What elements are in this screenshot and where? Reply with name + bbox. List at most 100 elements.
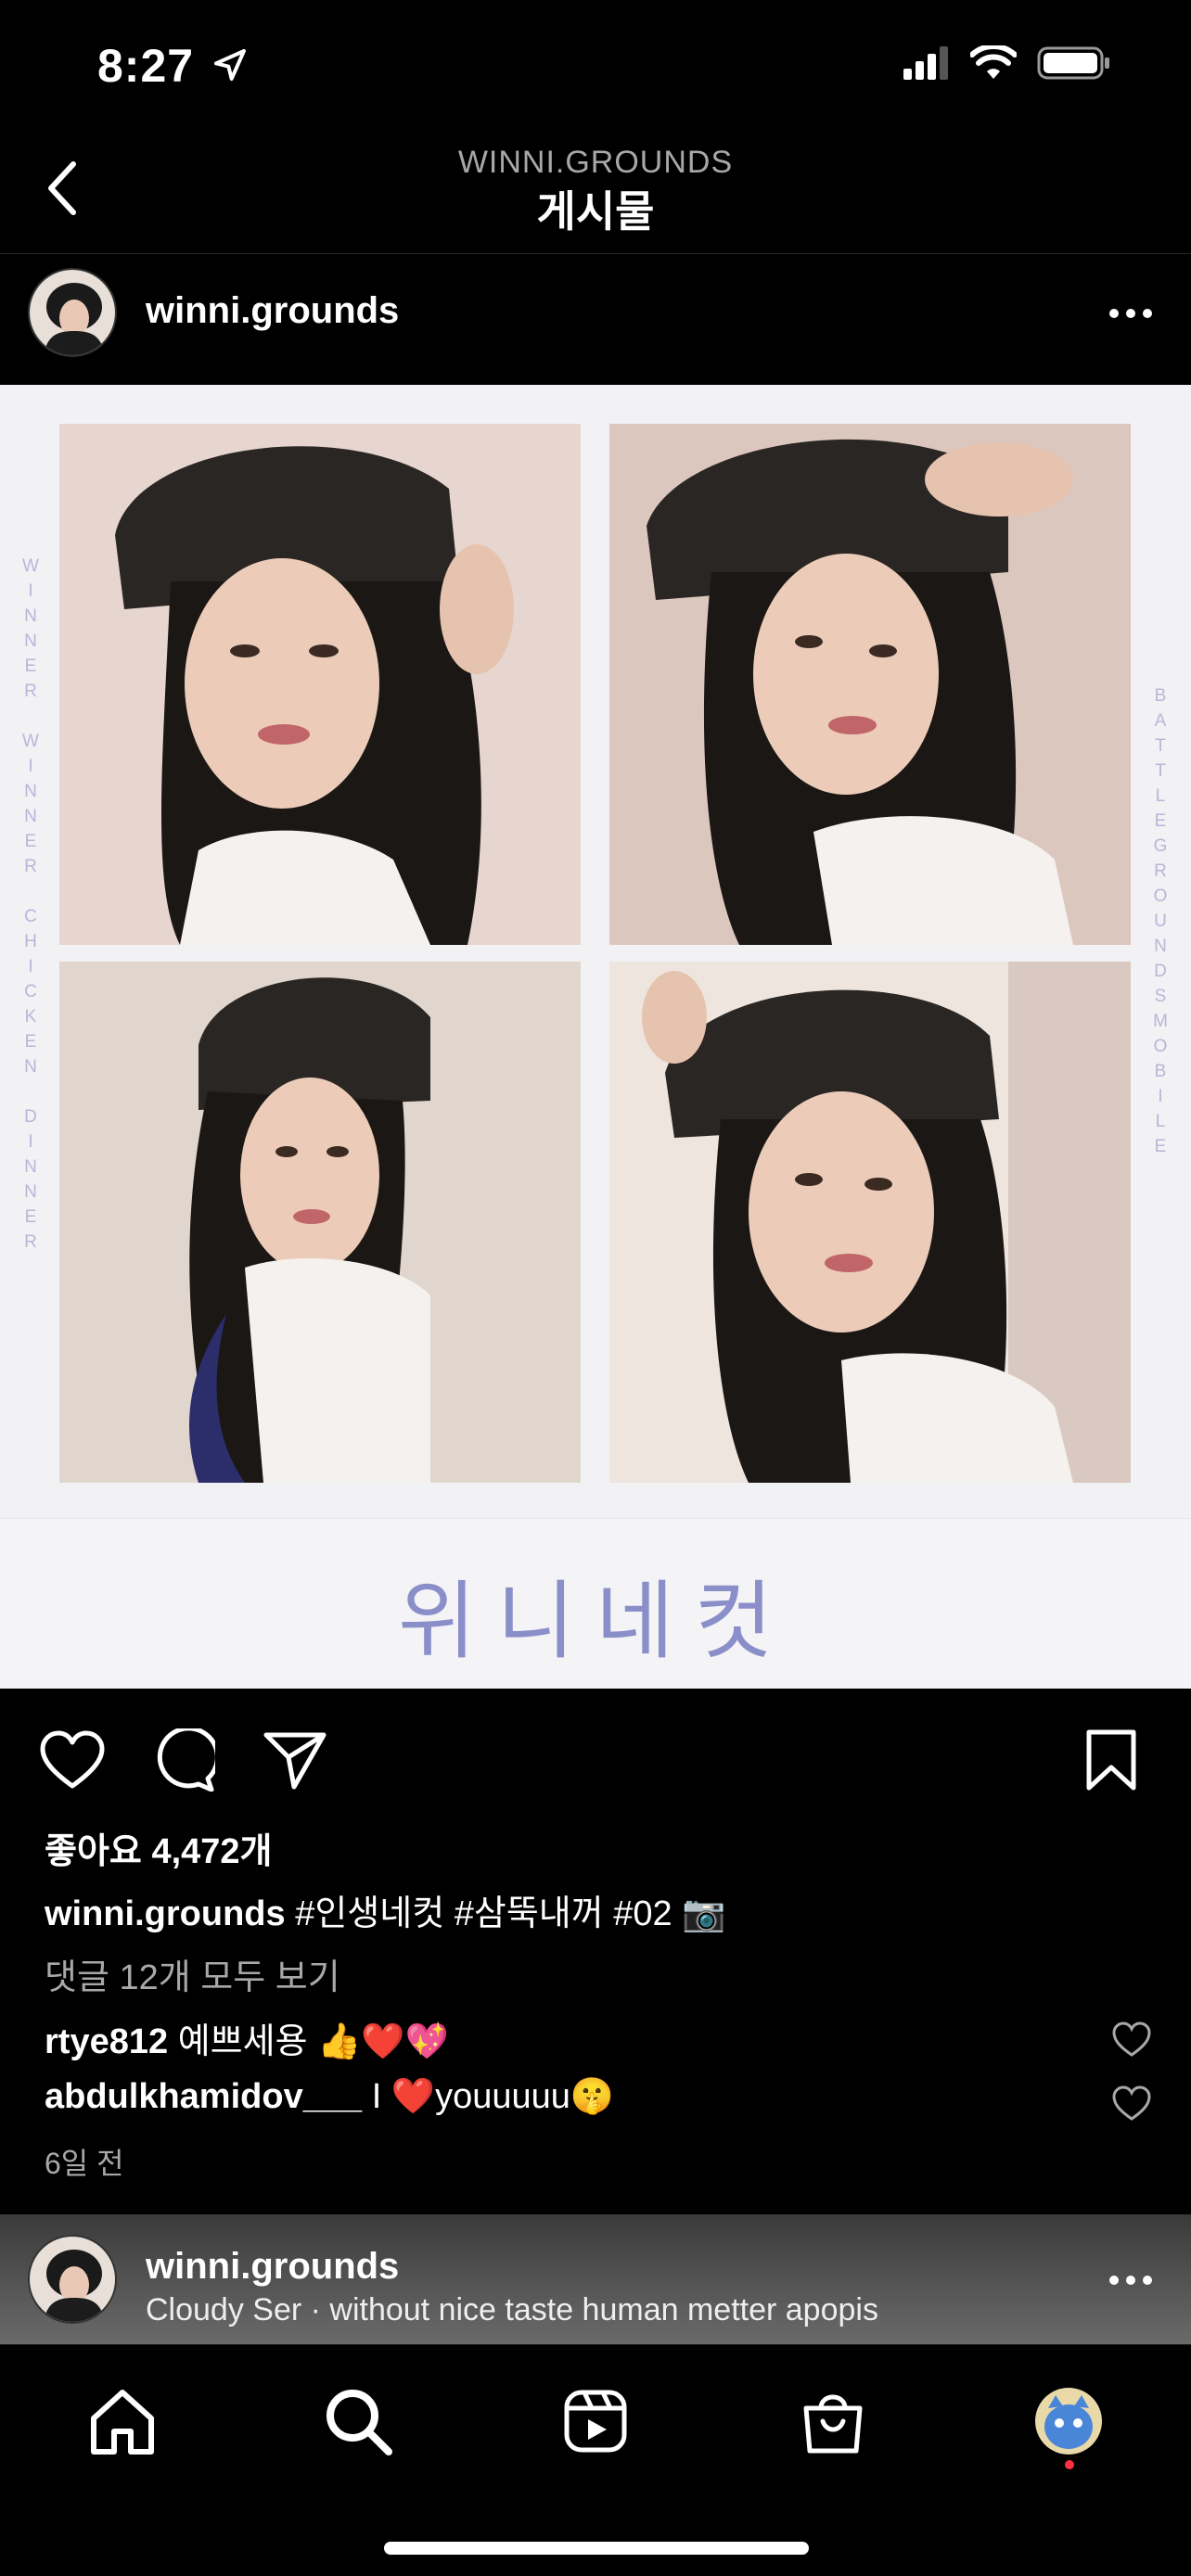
- shop-icon: [803, 2394, 863, 2454]
- vertical-letter: E: [1154, 1137, 1167, 1156]
- vertical-letter: I: [28, 581, 33, 601]
- vertical-letter: N: [24, 606, 37, 626]
- battery-icon: [1037, 46, 1109, 80]
- vertical-letter: M: [1153, 1012, 1168, 1031]
- vertical-letter: R: [24, 857, 37, 876]
- vertical-letter: I: [28, 957, 33, 976]
- signal-icon: [903, 46, 948, 80]
- vertical-letter: N: [24, 807, 37, 826]
- vertical-letter: R: [24, 682, 37, 701]
- comment-text: 예쁘세용 👍❤️💖: [177, 2022, 450, 2061]
- like-button[interactable]: [35, 1723, 109, 1797]
- vertical-letter: L: [1155, 786, 1166, 806]
- comment-like-heart-icon[interactable]: [1111, 2021, 1152, 2059]
- avatar[interactable]: [28, 268, 117, 357]
- vertical-letter: O: [1153, 886, 1168, 906]
- bottom-tab-bar: [0, 2344, 1191, 2576]
- notification-dot: [1065, 2460, 1074, 2469]
- caption-username[interactable]: winni.grounds: [45, 1894, 286, 1933]
- status-indicators: [903, 45, 1111, 82]
- comment-username[interactable]: rtye812: [45, 2022, 168, 2061]
- image-caption-text: 위니네컷: [397, 1575, 794, 1669]
- vertical-letter: [28, 879, 32, 904]
- comment-icon: [157, 1728, 215, 1792]
- post-actions: [0, 1706, 1191, 1808]
- post-image[interactable]: WINNER WINNER CHICKEN DINNER BATTLEGROUN…: [0, 385, 1191, 1689]
- caption-text: #인생네컷 #삼뚝내꺼 #02 📷: [295, 1894, 726, 1933]
- vertical-letter: A: [1154, 711, 1167, 731]
- vertical-letter: K: [24, 1007, 37, 1027]
- vertical-letter: N: [1154, 937, 1167, 956]
- vertical-letter: [28, 1079, 32, 1104]
- vertical-letter: S: [1154, 987, 1167, 1006]
- next-post-username[interactable]: winni.grounds: [146, 2246, 399, 2288]
- photo-4: [609, 962, 1131, 1483]
- vertical-text-right: BATTLEGROUNDSMOBILE: [1150, 683, 1171, 1159]
- image-caption-band: 위니네컷: [0, 1518, 1191, 1689]
- post-header: winni.grounds: [0, 255, 1191, 385]
- view-all-comments-link[interactable]: 댓글 12개 모두 보기: [45, 1948, 340, 1999]
- tab-shop[interactable]: [794, 2382, 872, 2460]
- wifi-icon: [970, 45, 1017, 79]
- vertical-letter: E: [24, 1032, 37, 1052]
- heart-icon: [40, 1730, 105, 1789]
- next-post-header: winni.grounds Cloudy Ser · without nice …: [0, 2214, 1191, 2344]
- tab-profile[interactable]: [1035, 2388, 1102, 2455]
- vertical-letter: D: [24, 1107, 37, 1127]
- next-post-audio[interactable]: Cloudy Ser · without nice taste human me…: [146, 2292, 878, 2328]
- vertical-letter: E: [24, 832, 37, 851]
- comment-like-heart-icon[interactable]: [1111, 2085, 1152, 2123]
- tab-home[interactable]: [83, 2382, 161, 2460]
- vertical-letter: N: [24, 782, 37, 801]
- post-caption: winni.grounds #인생네컷 #삼뚝내꺼 #02 📷: [45, 1884, 726, 1935]
- status-time: 8:27: [97, 40, 195, 92]
- bookmark-icon: [1086, 1729, 1136, 1791]
- vertical-letter: N: [24, 631, 37, 651]
- vertical-letter: C: [24, 907, 37, 926]
- status-bar: 8:27: [0, 0, 1191, 130]
- comment-row: rtye812 예쁘세용 👍❤️💖: [45, 2012, 449, 2063]
- vertical-letter: G: [1153, 836, 1168, 856]
- comment-text: I ❤️youuuuu🤫: [371, 2077, 615, 2116]
- tab-search[interactable]: [319, 2382, 397, 2460]
- comment-button[interactable]: [147, 1723, 221, 1797]
- post-username[interactable]: winni.grounds: [146, 290, 399, 332]
- tab-reels[interactable]: [557, 2382, 634, 2460]
- vertical-letter: D: [1154, 962, 1167, 981]
- vertical-letter: I: [1158, 1087, 1163, 1106]
- home-icon: [91, 2390, 154, 2455]
- page-title: 게시물: [536, 187, 655, 236]
- save-button[interactable]: [1074, 1723, 1148, 1797]
- top-nav: WINNI.GROUNDS 게시물: [0, 130, 1191, 254]
- search-icon: [327, 2390, 392, 2455]
- vertical-letter: U: [1154, 912, 1167, 931]
- send-icon: [263, 1732, 327, 1790]
- more-options-button[interactable]: [1098, 2257, 1163, 2303]
- likes-count[interactable]: 좋아요 4,472개: [45, 1822, 273, 1873]
- vertical-letter: N: [24, 1157, 37, 1177]
- vertical-letter: H: [24, 932, 37, 951]
- nav-subtitle: WINNI.GROUNDS: [457, 145, 734, 180]
- vertical-letter: R: [24, 1232, 37, 1252]
- photo-1: [59, 424, 581, 945]
- vertical-letter: E: [24, 1207, 37, 1227]
- location-arrow-icon: [211, 46, 249, 88]
- more-options-button[interactable]: [1098, 290, 1163, 337]
- avatar[interactable]: [28, 2235, 117, 2324]
- post-timestamp: 6일 전: [45, 2147, 124, 2180]
- vertical-letter: B: [1154, 686, 1167, 706]
- vertical-letter: [28, 704, 32, 729]
- home-indicator[interactable]: [384, 2542, 809, 2555]
- share-button[interactable]: [258, 1723, 332, 1797]
- vertical-letter: L: [1155, 1112, 1166, 1131]
- profile-avatar: [1035, 2388, 1102, 2455]
- vertical-letter: O: [1153, 1037, 1168, 1056]
- photo-2: [609, 424, 1131, 945]
- comment-row: abdulkhamidov___ I ❤️youuuuu🤫: [45, 2076, 614, 2117]
- vertical-letter: T: [1155, 736, 1166, 756]
- vertical-letter: I: [28, 757, 33, 776]
- vertical-letter: N: [24, 1057, 37, 1077]
- vertical-letter: E: [1154, 811, 1167, 831]
- comment-username[interactable]: abdulkhamidov___: [45, 2077, 362, 2116]
- vertical-letter: E: [24, 657, 37, 676]
